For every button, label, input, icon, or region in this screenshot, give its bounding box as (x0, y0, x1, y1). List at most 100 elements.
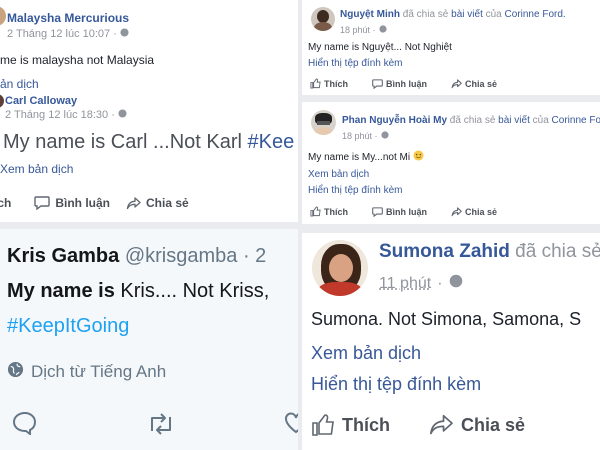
shared-post-2: Phan Nguyễn Hoài My đã chia sẻ bài viết … (302, 102, 600, 224)
retweet-icon[interactable] (146, 413, 176, 440)
reply-avatar[interactable] (0, 94, 4, 108)
post1-actions: Thích Bình luận Chia sẻ (310, 78, 497, 89)
reply-text-body: My name is Carl ...Not Karl (3, 131, 242, 153)
post1-text: My name is Nguyệt... Not Nghiệt (308, 42, 452, 53)
share-button[interactable]: Chia sẻ (451, 207, 497, 217)
post1-owner[interactable]: Corinne Ford. (505, 9, 566, 20)
post1-attachment-link[interactable]: Hiển thị tệp đính kèm (308, 58, 403, 69)
tweet-handle[interactable]: @krisgamba (125, 245, 238, 267)
like-icon (310, 206, 321, 217)
reply-icon[interactable] (12, 411, 38, 440)
post2-author[interactable]: Phan Nguyễn Hoài My (342, 115, 447, 126)
horizontal-divider (0, 222, 298, 229)
post2-attachment-link[interactable]: Hiển thị tệp đính kèm (308, 185, 403, 196)
post3-action: đã chia sẻ (509, 241, 600, 262)
like-icon (310, 78, 321, 89)
post3-translate-link[interactable]: Xem bản dịch (311, 343, 421, 364)
post1-time-text: 18 phút · (340, 25, 376, 35)
post2-text-body: My name is My...not Mi (308, 151, 411, 163)
post3-time: 11 phút · (379, 274, 463, 293)
post3-like-label: Thích (342, 414, 390, 435)
post2-header: Phan Nguyễn Hoài My đã chia sẻ bài viết … (342, 115, 600, 126)
post1-comment-label: Bình luận (386, 78, 427, 89)
post2-post-link[interactable]: bài viết (498, 115, 530, 126)
tweet-header: Kris Gamba @krisgamba · 2 (7, 245, 266, 268)
divider-right-1 (302, 95, 600, 102)
globe-icon (378, 25, 387, 35)
comment-text: me is malaysha not Malaysia (0, 53, 155, 67)
tweet-hashtag[interactable]: #KeepItGoing (7, 315, 129, 338)
tweet-translate[interactable]: Dịch từ Tiếng Anh (7, 361, 166, 383)
post2-actions: Thích Bình luận Chia sẻ (310, 206, 497, 217)
tweet-author[interactable]: Kris Gamba (7, 245, 119, 267)
like-button[interactable]: Thích (310, 78, 348, 89)
globe-icon (7, 361, 24, 383)
comment-icon (372, 206, 383, 217)
post3-actions: Thích Chia sẻ (311, 413, 525, 437)
post1-of: của (482, 9, 505, 20)
translate-link[interactable]: ản dịch (0, 77, 39, 91)
tweet-text-rest: Kris.... Not Kriss, (114, 280, 270, 302)
tweet-panel: Kris Gamba @krisgamba · 2 My name is Kri… (0, 229, 298, 450)
post3-avatar[interactable] (312, 240, 368, 296)
reply-time-text: 2 Tháng 12 lúc 18:30 · (5, 109, 115, 121)
reply-text: My name is Carl ...Not Karl #Kee (3, 131, 294, 154)
tweet-text: My name is Kris.... Not Kriss, (7, 280, 269, 303)
post1-post-link[interactable]: bài viết (451, 9, 483, 20)
tweet-text-bold: My name is (7, 280, 115, 302)
share-icon (428, 414, 454, 436)
post2-time-text: 18 phút · (342, 131, 378, 141)
reply-hashtag[interactable]: #Kee (248, 131, 295, 153)
share-icon (451, 78, 462, 89)
post3-time-dot: · (437, 274, 443, 292)
post1-header: Nguyệt Minh đã chia sẻ bài viết của Cori… (340, 9, 566, 20)
share-icon (451, 206, 462, 217)
post3-header: Sumona Zahid đã chia sẻ (379, 241, 600, 263)
post2-share-label: Chia sẻ (465, 206, 498, 217)
comment-button[interactable]: Bình luận (34, 196, 110, 210)
comment-button[interactable]: Bình luận (372, 79, 427, 89)
post2-like-label: Thích (324, 206, 348, 217)
shared-post-1: Nguyệt Minh đã chia sẻ bài viết của Cori… (302, 0, 600, 95)
post3-time-text[interactable]: 11 phút (379, 275, 431, 293)
comment-time: 2 Tháng 12 lúc 10:07 · (7, 28, 129, 40)
post3-attachment-link[interactable]: Hiển thị tệp đính kèm (311, 374, 481, 395)
globe-icon (449, 274, 463, 293)
share-partial-label[interactable]: ích (0, 196, 11, 210)
comment-icon (34, 196, 51, 210)
post3-author[interactable]: Sumona Zahid (379, 241, 510, 262)
share-button[interactable]: Chia sẻ (126, 196, 189, 210)
globe-icon (120, 28, 129, 40)
post1-avatar[interactable] (311, 7, 335, 31)
like-button[interactable]: Thích (311, 413, 390, 437)
commenter-avatar[interactable] (0, 6, 6, 26)
post1-author[interactable]: Nguyệt Minh (340, 9, 400, 20)
share-button[interactable]: Chia sẻ (428, 414, 525, 436)
post2-action: đã chia sẻ (447, 115, 499, 126)
comment-button[interactable]: Bình luận (372, 207, 427, 217)
post2-avatar[interactable] (311, 110, 336, 135)
smile-emoji-icon (413, 150, 424, 164)
top-left-comments-panel: Malaysha Mercurious 2 Tháng 12 lúc 10:07… (0, 0, 298, 222)
comment-button-label: Bình luận (55, 196, 111, 210)
post3-text: Sumona. Not Simona, Samona, S (311, 309, 582, 329)
post2-translate-link[interactable]: Xem bản dịch (308, 169, 369, 180)
globe-icon (380, 131, 389, 141)
post2-comment-label: Bình luận (386, 206, 427, 217)
like-button[interactable]: Thích (310, 206, 348, 217)
like-icon (311, 413, 335, 437)
post2-owner[interactable]: Corinne Fo (552, 115, 600, 126)
reply-author[interactable]: Carl Calloway (5, 95, 77, 107)
heart-icon[interactable] (284, 412, 298, 439)
comment-author[interactable]: Malaysha Mercurious (7, 11, 129, 25)
reply-time: 2 Tháng 12 lúc 18:30 · (5, 109, 127, 121)
reply-translate-link[interactable]: Xem bản dịch (0, 162, 73, 176)
comment-time-text: 2 Tháng 12 lúc 10:07 · (7, 28, 117, 40)
comment-icon (372, 78, 383, 89)
tweet-translate-label: Dịch từ Tiếng Anh (31, 362, 167, 381)
share-button[interactable]: Chia sẻ (451, 79, 497, 89)
comment-actions: ích Bình luận Chia sẻ (0, 196, 189, 210)
divider-right-2 (302, 224, 600, 233)
post1-like-label: Thích (324, 78, 348, 89)
tweet-dot: · 2 (242, 245, 267, 267)
